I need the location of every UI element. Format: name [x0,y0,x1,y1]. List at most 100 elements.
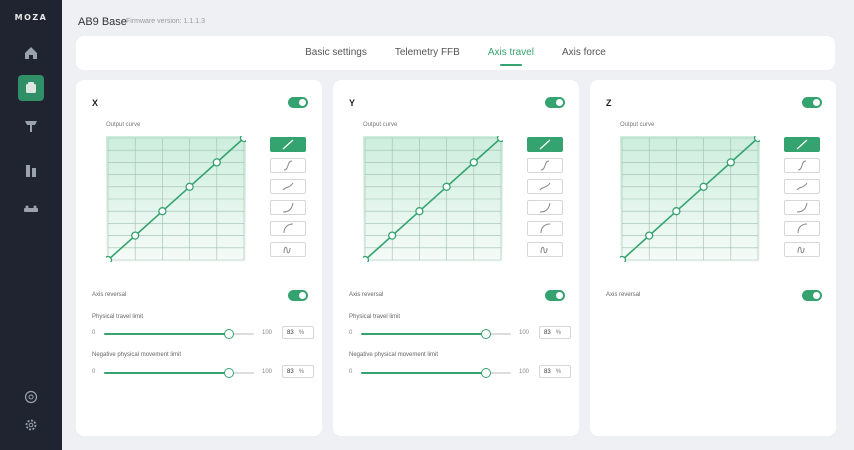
axis-title: X [92,98,99,108]
slider-min: 0 [349,369,353,375]
curve-label: Output curve [363,122,398,128]
preset-exponential[interactable] [270,200,306,215]
negative-travel-slider[interactable]: 0 100 83% [92,365,314,379]
physical-travel-input[interactable]: 83% [539,326,571,339]
slider-track[interactable] [104,329,254,339]
tab-axis-force[interactable]: Axis force [548,36,620,70]
curve-point[interactable] [388,231,397,240]
support-icon[interactable] [24,390,38,404]
settings-icon[interactable] [24,418,38,432]
slider-max: 100 [519,369,530,375]
preset-soft[interactable] [527,179,563,194]
slider-unit: % [555,368,562,375]
slider-track[interactable] [361,368,511,378]
slider-fill [104,333,229,335]
preset-soft[interactable] [784,179,820,194]
output-curve-chart[interactable] [620,136,760,262]
axis-reversal-label: Axis reversal [606,292,641,298]
output-curve-chart[interactable] [363,136,503,262]
curve-point[interactable] [753,136,761,143]
curve-point[interactable] [106,255,113,263]
preset-logarithmic[interactable] [270,221,306,236]
axis-title: Y [349,98,356,108]
preset-logarithmic[interactable] [784,221,820,236]
axis-enable-toggle[interactable] [802,97,822,108]
output-curve-chart[interactable] [106,136,246,262]
preset-s-curve[interactable] [784,158,820,173]
preset-custom[interactable] [270,242,306,257]
curve-point[interactable] [726,158,735,167]
slider-min: 0 [92,330,96,336]
curve-point[interactable] [442,182,451,191]
slider-unit: % [555,329,562,336]
page-title: AB9 Base [78,16,127,28]
wheel-icon[interactable] [18,113,44,139]
curve-point[interactable] [158,207,167,216]
curve-point[interactable] [415,207,424,216]
slider-thumb[interactable] [223,368,234,378]
preset-exponential[interactable] [527,200,563,215]
preset-s-curve[interactable] [270,158,306,173]
handbrake-icon[interactable] [18,197,44,223]
slider-thumb[interactable] [480,368,491,378]
curve-point[interactable] [185,182,194,191]
base-icon[interactable] [18,75,44,101]
negative-travel-input[interactable]: 83% [282,365,314,378]
axis-reversal-toggle[interactable] [288,290,308,301]
tab-bar: Basic settings Telemetry FFB Axis travel… [76,36,835,70]
tab-axis-travel[interactable]: Axis travel [474,36,548,70]
axis-panel-y: Y Output curve Axis reversal Physical tr… [333,80,579,436]
axis-panel-z: Z Output curve Axis reversal [590,80,836,436]
curve-point[interactable] [699,182,708,191]
preset-soft[interactable] [270,179,306,194]
axis-reversal-label: Axis reversal [92,292,127,298]
physical-travel-label: Physical travel limit [349,314,401,320]
curve-point[interactable] [620,255,627,263]
curve-presets [784,137,820,263]
curve-label: Output curve [106,122,141,128]
physical-travel-input[interactable]: 83% [282,326,314,339]
pedal-icon[interactable] [18,158,44,184]
axis-enable-toggle[interactable] [545,97,565,108]
preset-logarithmic[interactable] [527,221,563,236]
slider-fill [361,333,486,335]
curve-point[interactable] [469,158,478,167]
physical-travel-slider[interactable]: 0 100 83% [92,326,314,340]
slider-track[interactable] [361,329,511,339]
physical-travel-slider[interactable]: 0 100 83% [349,326,571,340]
curve-point[interactable] [672,207,681,216]
preset-linear[interactable] [527,137,563,152]
axis-reversal-label: Axis reversal [349,292,384,298]
preset-custom[interactable] [784,242,820,257]
preset-custom[interactable] [527,242,563,257]
curve-point[interactable] [239,136,247,143]
tab-basic-settings[interactable]: Basic settings [291,36,381,70]
negative-travel-slider[interactable]: 0 100 83% [349,365,571,379]
curve-point[interactable] [363,255,370,263]
slider-thumb[interactable] [223,329,234,339]
preset-s-curve[interactable] [527,158,563,173]
slider-thumb[interactable] [480,329,491,339]
preset-exponential[interactable] [784,200,820,215]
axis-enable-toggle[interactable] [288,97,308,108]
preset-linear[interactable] [784,137,820,152]
negative-travel-input[interactable]: 83% [539,365,571,378]
sidebar: MOZA [0,0,62,450]
axis-reversal-toggle[interactable] [802,290,822,301]
moza-logo: MOZA [14,13,48,22]
curve-point[interactable] [212,158,221,167]
slider-track[interactable] [104,368,254,378]
curve-presets [270,137,306,263]
slider-max: 100 [519,330,530,336]
home-icon[interactable] [18,40,44,66]
axis-reversal-toggle[interactable] [545,290,565,301]
curve-point[interactable] [131,231,140,240]
curve-label: Output curve [620,122,655,128]
slider-value: 83 [544,329,551,336]
tab-telemetry-ffb[interactable]: Telemetry FFB [381,36,474,70]
negative-travel-label: Negative physical movement limit [92,352,182,358]
curve-point[interactable] [645,231,654,240]
topbar: AB9 Base Firmware version: 1.1.1.3 [62,0,854,36]
preset-linear[interactable] [270,137,306,152]
curve-point[interactable] [496,136,504,143]
